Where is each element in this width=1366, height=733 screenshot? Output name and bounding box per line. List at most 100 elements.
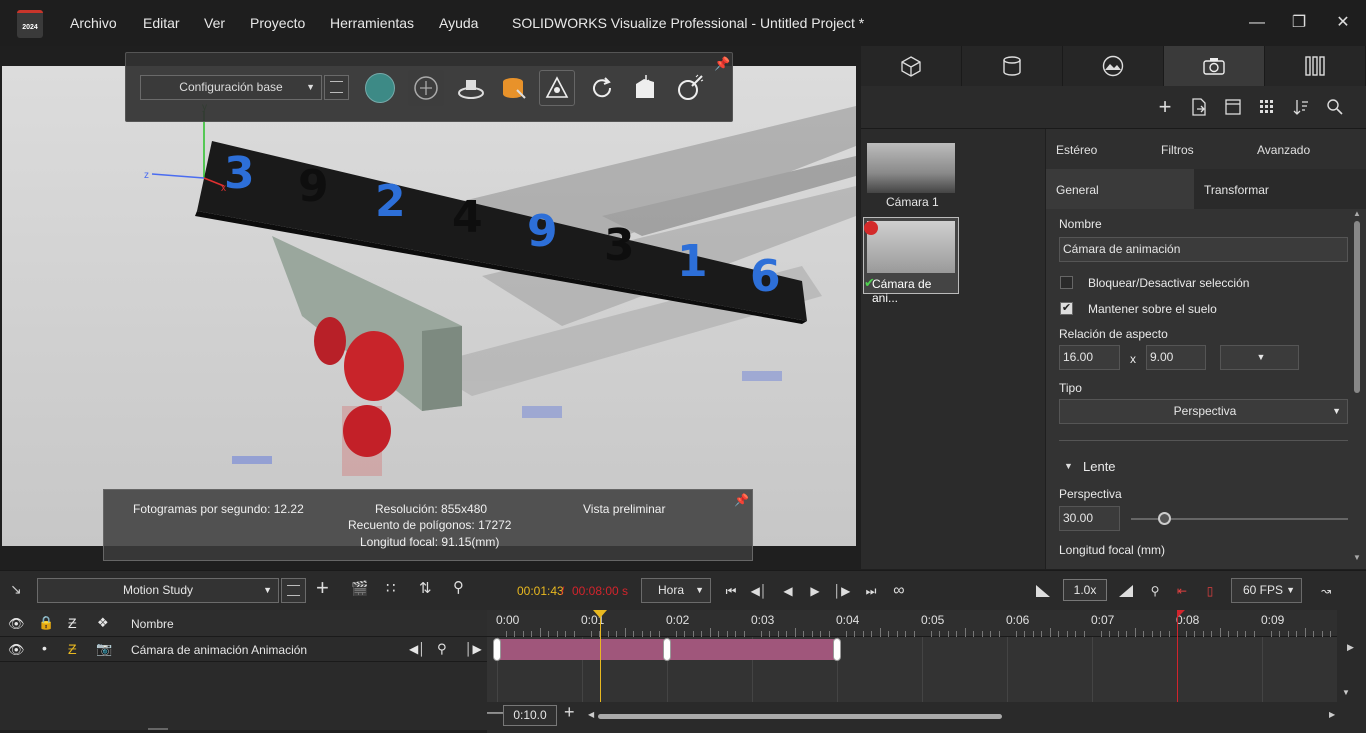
zoom-in-icon[interactable]: +: [564, 702, 575, 723]
go-to-end-icon[interactable]: ⏭: [862, 579, 880, 603]
turntable-icon[interactable]: [453, 70, 489, 106]
snap-to-floor-icon[interactable]: [627, 70, 663, 106]
camera-thumbnail[interactable]: [867, 143, 955, 193]
grid-view-icon[interactable]: ∷: [386, 579, 396, 597]
pin-icon[interactable]: 📌: [714, 56, 730, 72]
keyframe[interactable]: [493, 638, 501, 661]
keyframe[interactable]: [663, 638, 671, 661]
zoom-input[interactable]: 0:10.0: [503, 705, 557, 726]
render-magic-icon[interactable]: [672, 70, 708, 106]
step-back-icon[interactable]: ◀: [779, 579, 797, 603]
motion-path-icon[interactable]: Ƶ: [68, 641, 77, 657]
column-header-name[interactable]: Nombre: [131, 617, 174, 631]
configuration-dropdown[interactable]: Configuración base ▼: [140, 75, 322, 100]
loop-icon[interactable]: ∞: [889, 579, 909, 603]
end-marker-icon[interactable]: ▯: [1200, 579, 1220, 603]
collapse-timeline-icon[interactable]: ↘: [10, 581, 22, 598]
layout-icon[interactable]: [1223, 97, 1243, 117]
type-dropdown[interactable]: Perspectiva ▼: [1059, 399, 1348, 424]
grid-view-icon[interactable]: [1257, 97, 1277, 117]
time-ruler[interactable]: 0:00 0:01 0:02 0:03 0:04 0:05 0:06 0:07 0:08 0:09: [487, 610, 1340, 637]
menu-herramientas[interactable]: Herramientas: [330, 15, 414, 31]
go-to-start-icon[interactable]: ⏮: [722, 579, 740, 603]
ease-out-icon[interactable]: [1116, 579, 1136, 603]
configuration-list-button[interactable]: [324, 75, 349, 100]
add-icon[interactable]: +: [316, 575, 329, 601]
eye-icon[interactable]: 👁: [8, 642, 25, 658]
motion-path-icon[interactable]: ↝: [1315, 579, 1337, 603]
sort-icon[interactable]: [1291, 97, 1311, 117]
scroll-right-icon[interactable]: ▶: [1329, 710, 1335, 719]
track-row[interactable]: 👁 • Ƶ 📷 Cámara de animación Animación ◀│…: [0, 637, 487, 662]
scroll-left-icon[interactable]: ◀: [588, 710, 594, 719]
ease-in-icon[interactable]: [1033, 579, 1053, 603]
tab-libraries[interactable]: [1265, 46, 1366, 86]
playhead-handle[interactable]: [592, 610, 607, 618]
perspective-slider-handle[interactable]: [1157, 512, 1171, 525]
tab-cameras[interactable]: [1164, 46, 1265, 86]
ai-brain-icon[interactable]: [408, 70, 444, 106]
end-marker[interactable]: [1177, 610, 1178, 702]
timeline-vertical-scrollbar[interactable]: ▶ ▼: [1337, 610, 1366, 702]
fps-dropdown[interactable]: 60 FPS ▼: [1231, 578, 1302, 603]
keyframe[interactable]: [833, 638, 841, 661]
tab-scenes[interactable]: [1063, 46, 1164, 86]
key-icon[interactable]: ⚲: [1145, 579, 1165, 603]
pin-icon[interactable]: 📌: [734, 493, 749, 507]
search-icon[interactable]: ⚲: [453, 578, 464, 596]
next-keyframe-icon[interactable]: │▶: [465, 642, 482, 656]
import-icon[interactable]: [1189, 97, 1209, 117]
camera-label[interactable]: Cámara 1: [886, 195, 939, 209]
tab-avanzado[interactable]: Avanzado: [1257, 143, 1310, 157]
previous-keyframe-icon[interactable]: ◀│: [409, 642, 426, 656]
lock-checkbox[interactable]: [1060, 276, 1073, 289]
refresh-icon[interactable]: [584, 70, 620, 106]
minimize-button[interactable]: —: [1245, 11, 1269, 35]
menu-ayuda[interactable]: Ayuda: [439, 15, 478, 31]
scroll-down-icon[interactable]: ▼: [1353, 553, 1361, 562]
play-icon[interactable]: ▶: [806, 579, 824, 603]
playhead[interactable]: [599, 610, 601, 702]
aspect-width-input[interactable]: 16.00: [1059, 345, 1120, 370]
study-list-button[interactable]: [281, 578, 306, 603]
motion-path-icon[interactable]: Ƶ: [68, 615, 77, 631]
scroll-up-icon[interactable]: ▲: [1353, 209, 1361, 218]
speed-input[interactable]: 1.0x: [1063, 579, 1107, 601]
environment-color-icon[interactable]: [362, 70, 398, 106]
search-icon[interactable]: [1325, 97, 1345, 117]
lens-section-header[interactable]: Lente: [1083, 459, 1116, 474]
tab-appearances[interactable]: [962, 46, 1063, 86]
horizontal-scrollbar[interactable]: [598, 714, 1002, 719]
tab-models[interactable]: [861, 46, 962, 86]
sort-icon[interactable]: ⇅: [419, 579, 432, 597]
transform-tool-icon[interactable]: [539, 70, 575, 106]
end-marker-handle[interactable]: [1177, 610, 1185, 618]
timeline-area[interactable]: 0:00 0:01 0:02 0:03 0:04 0:05 0:06 0:07 0:08 0:09: [487, 610, 1340, 702]
previous-keyframe-icon[interactable]: ◀│: [750, 579, 768, 603]
object-icon[interactable]: ❖: [97, 615, 109, 631]
material-bucket-icon[interactable]: [496, 70, 532, 106]
tab-estereo[interactable]: Estéreo: [1056, 143, 1097, 157]
time-unit-dropdown[interactable]: Hora ▼: [641, 578, 711, 603]
scroll-down-icon[interactable]: ▼: [1342, 688, 1350, 697]
tab-transformar[interactable]: Transformar: [1194, 169, 1366, 209]
add-icon[interactable]: +: [1155, 94, 1175, 119]
scroll-right-icon[interactable]: ▶: [1347, 642, 1354, 653]
menu-ver[interactable]: Ver: [204, 15, 225, 31]
clapper-icon[interactable]: 🎬: [351, 580, 368, 597]
name-input[interactable]: Cámara de animación: [1059, 237, 1348, 262]
properties-scrollbar[interactable]: [1354, 221, 1360, 393]
tab-filtros[interactable]: Filtros: [1161, 143, 1194, 157]
dot-icon[interactable]: •: [42, 640, 47, 656]
close-button[interactable]: ✕: [1331, 11, 1355, 35]
maximize-button[interactable]: ❐: [1287, 11, 1311, 35]
3d-viewport[interactable]: 3 9 2 4 9 3 1 6 z y x: [2, 66, 856, 546]
aspect-preset-dropdown[interactable]: ▼: [1220, 345, 1299, 370]
perspective-input[interactable]: 30.00: [1059, 506, 1120, 531]
key-icon[interactable]: ⚲: [437, 641, 447, 657]
zoom-out-icon[interactable]: —: [487, 704, 503, 722]
aspect-height-input[interactable]: 9.00: [1146, 345, 1206, 370]
menu-editar[interactable]: Editar: [143, 15, 180, 31]
tab-general[interactable]: General: [1046, 169, 1194, 209]
camera-item-selected[interactable]: ✔ Cámara de ani...: [863, 217, 959, 305]
